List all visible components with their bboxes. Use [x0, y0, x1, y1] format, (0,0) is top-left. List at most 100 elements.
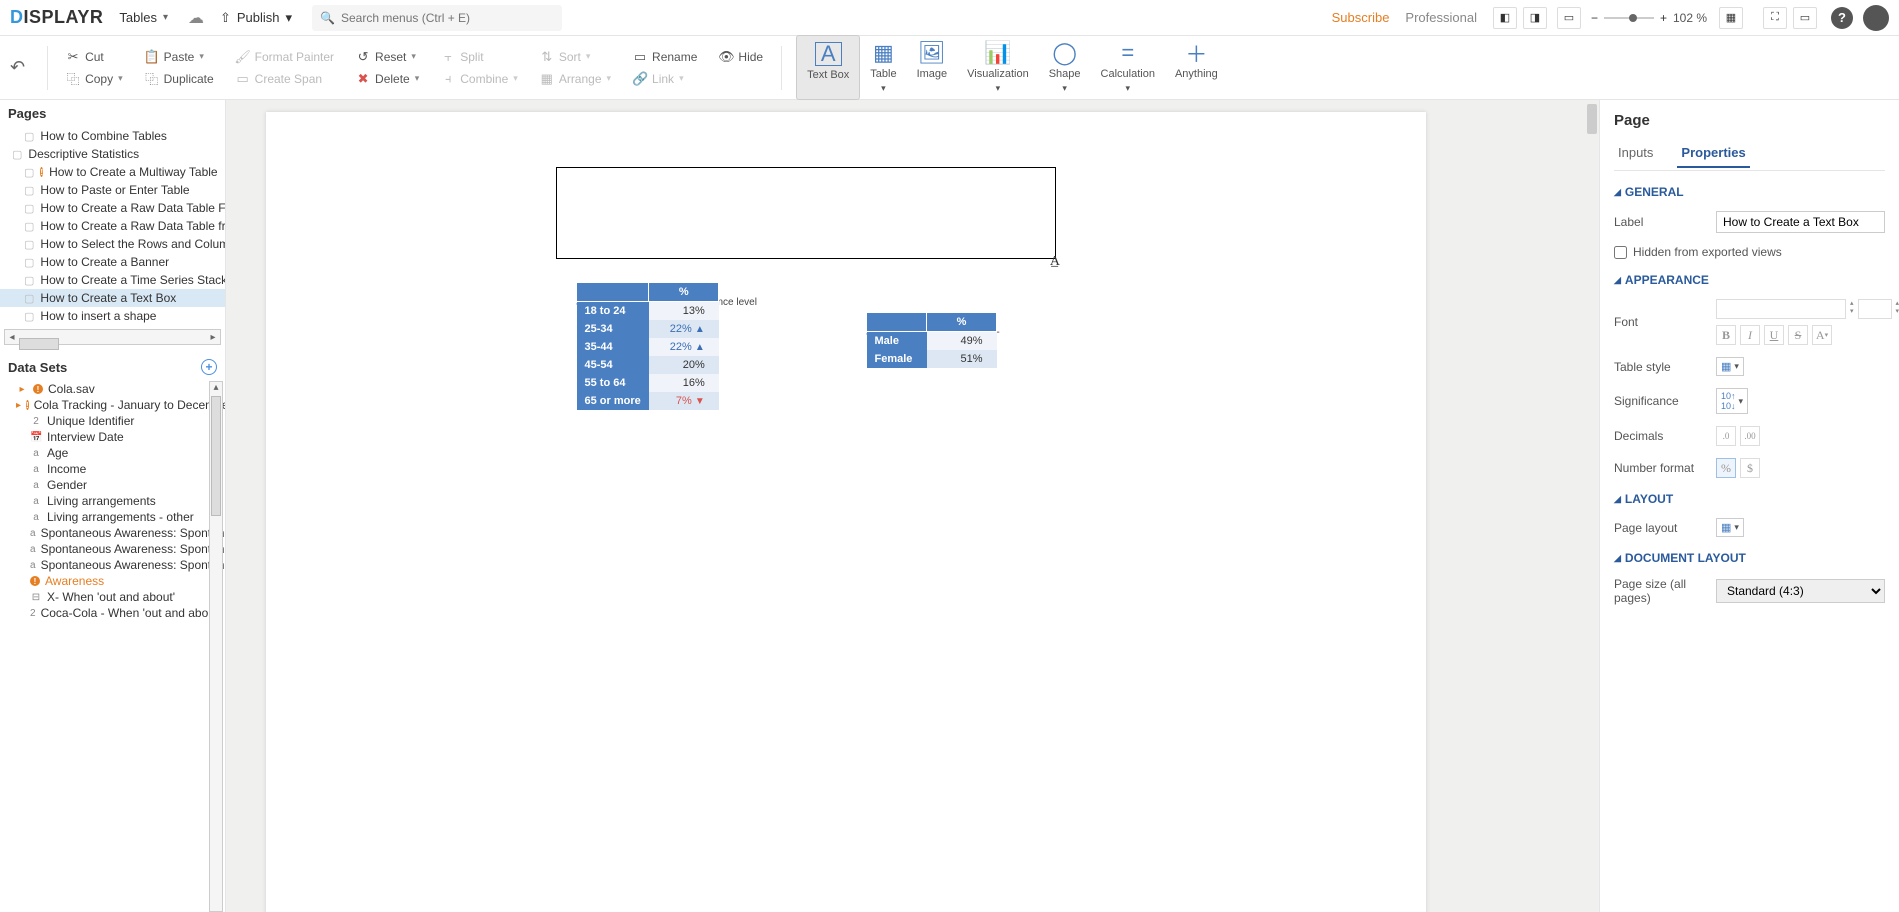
page-item[interactable]: ▢How to Create a Raw Data Table From a V — [0, 199, 225, 217]
decimals-increase-button[interactable]: .00 — [1740, 426, 1760, 446]
variable-item[interactable]: aGender — [0, 477, 225, 493]
section-appearance[interactable]: ◢APPEARANCE — [1614, 273, 1885, 287]
help-icon[interactable]: ? — [1831, 7, 1853, 29]
table-style-select[interactable]: ▦▾ — [1716, 357, 1744, 376]
duplicate-button[interactable]: ⿻Duplicate — [141, 70, 218, 88]
delete-button[interactable]: ✖Delete▾ — [352, 70, 423, 88]
section-layout[interactable]: ◢LAYOUT — [1614, 492, 1885, 506]
fit-page-icon[interactable]: ▦ — [1719, 7, 1743, 29]
page-layout-select[interactable]: ▦▾ — [1716, 518, 1744, 537]
hidden-checkbox[interactable] — [1614, 246, 1627, 259]
variable-item[interactable]: 📅Interview Date — [0, 429, 225, 445]
canvas-area[interactable]: A̲ %18 to 2413%25-3422% ▲35-4422% ▲45-54… — [226, 100, 1599, 912]
text-box-element[interactable]: A̲ — [556, 167, 1056, 259]
scroll-right-icon[interactable]: ▸ — [206, 332, 220, 343]
publish-menu[interactable]: ⇧ Publish ▾ — [220, 10, 292, 26]
page-item[interactable]: ▢!How to Create a Multiway Table — [0, 163, 225, 181]
insert-calculation-button[interactable]: =Calculation▾ — [1091, 35, 1165, 100]
currency-format-button[interactable]: $ — [1740, 458, 1760, 478]
page-item[interactable]: ▢How to Select the Rows and Columns to A — [0, 235, 225, 253]
italic-button[interactable]: I — [1740, 325, 1760, 345]
reset-button[interactable]: ↺Reset▾ — [352, 48, 423, 66]
strike-button[interactable]: S — [1788, 325, 1808, 345]
hide-button[interactable]: 👁Hide — [715, 48, 767, 66]
font-size-spinner[interactable]: ▴▾ — [1850, 299, 1854, 319]
page-size-select[interactable]: Standard (4:3) — [1716, 579, 1885, 603]
fullscreen-icon[interactable]: ⛶ — [1763, 7, 1787, 29]
copy-button[interactable]: ⿻Copy▾ — [62, 70, 127, 88]
age-table-wrap[interactable]: %18 to 2413%25-3422% ▲35-4422% ▲45-5420%… — [576, 282, 757, 308]
pages-hscroll[interactable]: ◂ ▸ — [4, 329, 221, 345]
present-icon[interactable]: ▭ — [1793, 7, 1817, 29]
tab-properties[interactable]: Properties — [1677, 139, 1749, 168]
font-size-input[interactable] — [1858, 299, 1892, 319]
scroll-left-icon[interactable]: ◂ — [5, 332, 19, 343]
scroll-up-icon[interactable]: ▴ — [210, 382, 222, 396]
variable-item[interactable]: aLiving arrangements - other — [0, 509, 225, 525]
add-dataset-button[interactable]: + — [201, 359, 217, 375]
rename-button[interactable]: ▭Rename — [629, 48, 701, 66]
page-item[interactable]: ▢How to Create a Text Box — [0, 289, 225, 307]
insert-shape-button[interactable]: ◯Shape▾ — [1039, 35, 1091, 100]
variable-item[interactable]: aSpontaneous Awareness: Spontaneo — [0, 557, 225, 573]
paste-button[interactable]: 📋Paste▾ — [141, 48, 218, 66]
variable-item[interactable]: aSpontaneous Awareness: Spontaneo — [0, 541, 225, 557]
dataset-file[interactable]: ▸!Cola.sav — [0, 381, 225, 397]
gender-table-wrap[interactable]: %Male49%Female51% Q2. Gender SUMMARY sam… — [866, 312, 1000, 349]
hidden-checkbox-row[interactable]: Hidden from exported views — [1614, 245, 1885, 259]
insert-visualization-button[interactable]: 📊Visualization▾ — [957, 35, 1039, 100]
font-color-button[interactable]: A▾ — [1812, 325, 1832, 345]
label-input[interactable] — [1716, 211, 1885, 233]
variable-item[interactable]: !Awareness — [0, 573, 225, 589]
section-general[interactable]: ◢GENERAL — [1614, 185, 1885, 199]
combine-button[interactable]: ⫞Combine▾ — [437, 70, 522, 88]
search-input[interactable] — [341, 11, 554, 25]
underline-button[interactable]: U — [1764, 325, 1784, 345]
arrange-button[interactable]: ▦Arrange▾ — [536, 70, 615, 88]
page-item[interactable]: ▢How to Create a Time Series Stacked by … — [0, 271, 225, 289]
insert-table-button[interactable]: ▦Table▾ — [860, 35, 906, 100]
canvas-vscroll[interactable] — [1585, 100, 1599, 912]
layout-single-icon[interactable]: ▭ — [1557, 7, 1581, 29]
dataset-vscroll[interactable]: ▴ — [209, 381, 223, 912]
zoom-in-button[interactable]: + — [1660, 11, 1667, 25]
variable-label: Gender — [47, 478, 87, 492]
zoom-out-button[interactable]: − — [1591, 11, 1598, 25]
page-item[interactable]: ▢How to Combine Tables — [0, 127, 225, 145]
variable-item[interactable]: aIncome — [0, 461, 225, 477]
page-item[interactable]: ▢How to Create a Banner — [0, 253, 225, 271]
page-item[interactable]: ▢How to Create a Raw Data Table from Var — [0, 217, 225, 235]
insert-image-button[interactable]: 🖼Image — [907, 35, 958, 100]
percent-format-button[interactable]: % — [1716, 458, 1736, 478]
variable-item[interactable]: 2Unique Identifier — [0, 413, 225, 429]
undo-button[interactable]: ↶ — [10, 57, 25, 78]
variable-item[interactable]: aSpontaneous Awareness: Spontaneo — [0, 525, 225, 541]
tables-menu[interactable]: Tables ▾ — [119, 10, 168, 25]
subscribe-link[interactable]: Subscribe — [1332, 10, 1390, 25]
decimals-decrease-button[interactable]: .0 — [1716, 426, 1736, 446]
page-item[interactable]: ▢How to Paste or Enter Table — [0, 181, 225, 199]
cut-button[interactable]: ✂Cut — [62, 48, 127, 66]
bold-button[interactable]: B — [1716, 325, 1736, 345]
link-button[interactable]: 🔗Link▾ — [629, 70, 701, 88]
variable-item[interactable]: ⊟X- When 'out and about' — [0, 589, 225, 605]
font-family-select[interactable] — [1716, 299, 1846, 319]
insert-anything-button[interactable]: ＋Anything — [1165, 35, 1228, 100]
variable-item[interactable]: aAge — [0, 445, 225, 461]
layout-left-panel-icon[interactable]: ◧ — [1493, 7, 1517, 29]
cloud-icon[interactable]: ☁ — [188, 8, 204, 28]
layout-right-panel-icon[interactable]: ◨ — [1523, 7, 1547, 29]
zoom-slider[interactable] — [1604, 17, 1654, 19]
tab-inputs[interactable]: Inputs — [1614, 139, 1657, 168]
page-item[interactable]: ▢Descriptive Statistics — [0, 145, 225, 163]
page-item[interactable]: ▢How to insert a shape — [0, 307, 225, 325]
avatar[interactable] — [1863, 5, 1889, 31]
section-doc-layout[interactable]: ◢DOCUMENT LAYOUT — [1614, 551, 1885, 565]
insert-text-box-button[interactable]: AText Box — [796, 35, 860, 100]
search-input-wrap[interactable]: 🔍 — [312, 5, 562, 31]
significance-select[interactable]: 10↑10↓▾ — [1716, 388, 1748, 414]
dataset-file[interactable]: ▸!Cola Tracking - January to December. — [0, 397, 225, 413]
variable-item[interactable]: aLiving arrangements — [0, 493, 225, 509]
page-canvas[interactable]: A̲ %18 to 2413%25-3422% ▲35-4422% ▲45-54… — [266, 112, 1426, 912]
variable-item[interactable]: 2Coca-Cola - When 'out and about' — [0, 605, 225, 621]
